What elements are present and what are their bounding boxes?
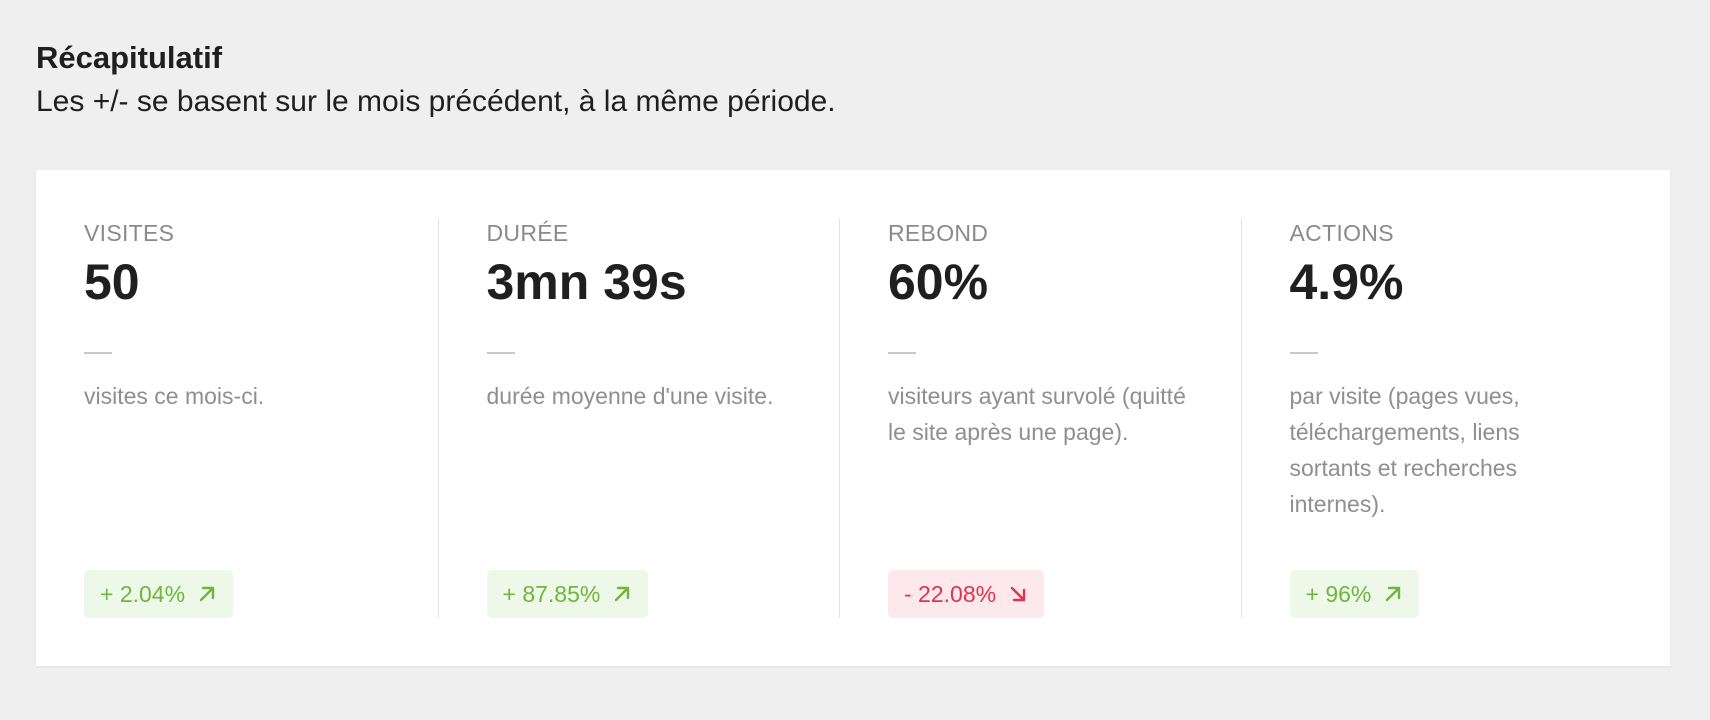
metric-description: par visite (pages vues, téléchargements,…	[1289, 383, 1520, 517]
change-badge: + 2.04%	[84, 570, 234, 618]
metric-divider	[84, 352, 112, 354]
arrow-up-right-icon	[612, 584, 632, 604]
summary-header: Récapitulatif Les +/- se basent sur le m…	[36, 36, 836, 124]
metric-label: VISITES	[84, 220, 175, 246]
metric-divider	[888, 352, 916, 354]
arrow-up-right-icon	[1383, 584, 1403, 604]
change-badge: + 96%	[1289, 570, 1420, 618]
metric-divider	[486, 352, 515, 354]
metric-description: durée moyenne d'une visite.	[486, 383, 774, 409]
metric-actions: ACTIONS 4.9% par visite (pages vues, tél…	[1240, 218, 1643, 618]
metric-divider	[1289, 352, 1318, 354]
metric-label: DURÉE	[486, 220, 569, 246]
metric-value: 60%	[888, 254, 989, 310]
page-title: Récapitulatif	[36, 40, 223, 75]
metric-value: 50	[84, 254, 140, 310]
metric-bounce: REBOND 60% visiteurs ayant survolé (quit…	[839, 218, 1241, 618]
change-badge: - 22.08%	[888, 570, 1045, 618]
metric-label: REBOND	[888, 220, 989, 246]
change-value: + 96%	[1305, 580, 1372, 607]
metric-value: 3mn 39s	[486, 254, 687, 310]
change-value: + 2.04%	[100, 580, 186, 607]
metric-duration: DURÉE 3mn 39s durée moyenne d'une visite…	[437, 218, 840, 618]
metric-description: visiteurs ayant survolé (quitté le site …	[888, 383, 1186, 445]
metric-description: visites ce mois-ci.	[84, 383, 265, 409]
page-subtitle: Les +/- se basent sur le mois précédent,…	[36, 85, 836, 118]
arrow-up-right-icon	[197, 584, 217, 604]
change-value: - 22.08%	[904, 580, 997, 607]
metrics-card: VISITES 50 visites ce mois-ci. + 2.04% D…	[36, 170, 1670, 666]
arrow-down-right-icon	[1008, 584, 1028, 604]
change-value: + 87.85%	[502, 580, 601, 607]
change-badge: + 87.85%	[486, 570, 649, 618]
metric-value: 4.9%	[1289, 254, 1404, 310]
metric-visits: VISITES 50 visites ce mois-ci. + 2.04%	[36, 218, 438, 618]
metric-label: ACTIONS	[1289, 220, 1394, 246]
